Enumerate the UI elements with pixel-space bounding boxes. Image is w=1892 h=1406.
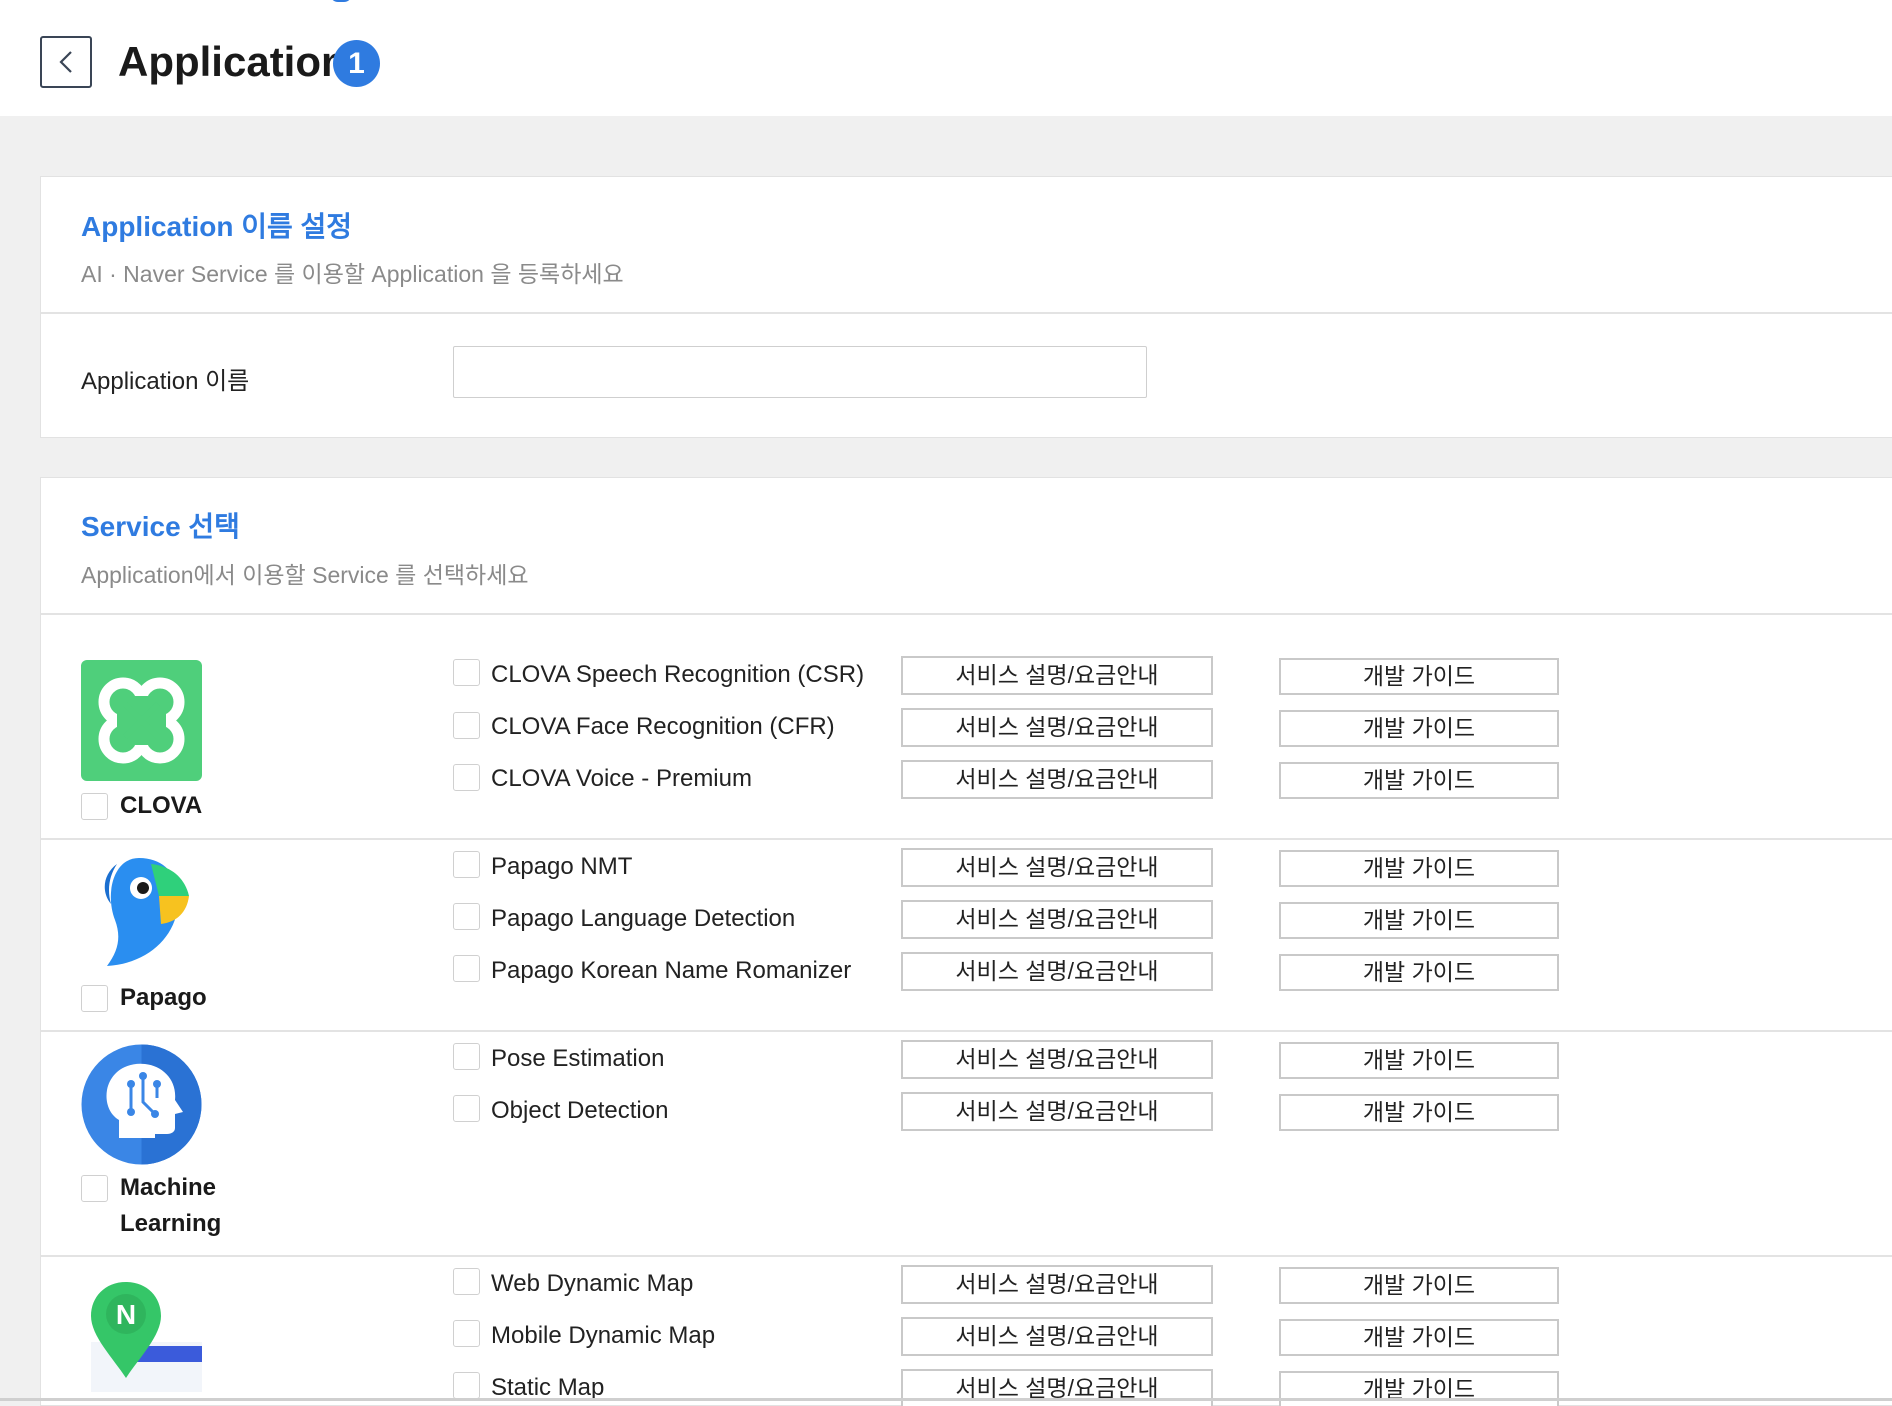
divider [41,1255,1892,1257]
service-info-button[interactable]: 서비스 설명/요금안내 [901,1092,1213,1131]
clova-logo [81,660,202,786]
service-info-button[interactable]: 서비스 설명/요금안내 [901,760,1213,799]
service-select-card: Service 선택 Application에서 이용할 Service 를 선… [40,477,1892,1406]
dev-guide-button[interactable]: 개발 가이드 [1279,954,1559,991]
service-info-button[interactable]: 서비스 설명/요금안내 [901,952,1213,991]
group-checkbox-papago[interactable] [81,985,108,1012]
section-subtitle: Application에서 이용할 Service 를 선택하세요 [81,562,529,588]
group-name-clova: CLOVA [120,792,203,819]
group-name-papago: Papago [120,984,207,1011]
section-subtitle: AI · Naver Service 를 이용할 Application 을 등… [81,261,624,287]
naver-map-pin-logo: N [81,1278,202,1403]
service-label: Papago Language Detection [491,905,796,932]
machine-learning-head-logo [81,1044,202,1170]
papago-parrot-logo [81,850,202,976]
service-info-button[interactable]: 서비스 설명/요금안내 [901,848,1213,887]
service-label: CLOVA Voice - Premium [491,765,752,792]
service-label: Web Dynamic Map [491,1270,694,1297]
dev-guide-button[interactable]: 개발 가이드 [1279,902,1559,939]
divider [41,1030,1892,1032]
application-name-input[interactable] [453,346,1147,398]
service-checkbox[interactable] [453,1043,480,1070]
dev-guide-button[interactable]: 개발 가이드 [1279,710,1559,747]
service-info-button[interactable]: 서비스 설명/요금안내 [901,1265,1213,1304]
service-checkbox[interactable] [453,1320,480,1347]
viewport-bottom-border [0,1398,1892,1401]
service-checkbox[interactable] [453,1372,480,1399]
service-checkbox[interactable] [453,955,480,982]
group-name-line: Machine [120,1174,217,1201]
service-checkbox[interactable] [453,851,480,878]
service-label: Papago Korean Name Romanizer [491,957,852,984]
divider [41,312,1892,314]
service-checkbox[interactable] [453,764,480,791]
service-checkbox[interactable] [453,903,480,930]
service-checkbox[interactable] [453,1268,480,1295]
chevron-left-icon [59,51,72,73]
service-info-button[interactable]: 서비스 설명/요금안내 [901,708,1213,747]
back-button[interactable] [40,36,92,88]
service-label: Pose Estimation [491,1045,665,1072]
service-checkbox[interactable] [453,659,480,686]
dev-guide-button[interactable]: 개발 가이드 [1279,1094,1559,1131]
svg-text:N: N [116,1299,136,1330]
page-title: Application [118,38,347,85]
service-label: CLOVA Face Recognition (CFR) [491,713,835,740]
page-header: Application 1 [0,0,1892,116]
service-label: Papago NMT [491,853,633,880]
dev-guide-button[interactable]: 개발 가이드 [1279,1267,1559,1304]
service-checkbox[interactable] [453,712,480,739]
dev-guide-button[interactable]: 개발 가이드 [1279,1319,1559,1356]
service-label: Mobile Dynamic Map [491,1322,716,1349]
section-title: Application 이름 설정 [81,211,353,242]
group-name-machine-learning: Machine Learning [120,1170,221,1242]
step-badge: 1 [333,40,380,87]
service-label: CLOVA Speech Recognition (CSR) [491,661,865,688]
dev-guide-button[interactable]: 개발 가이드 [1279,762,1559,799]
service-checkbox[interactable] [453,1095,480,1122]
service-info-button[interactable]: 서비스 설명/요금안내 [901,1040,1213,1079]
dev-guide-button[interactable]: 개발 가이드 [1279,658,1559,695]
service-info-button[interactable]: 서비스 설명/요금안내 [901,656,1213,695]
dev-guide-button[interactable]: 개발 가이드 [1279,1042,1559,1079]
divider [41,838,1892,840]
dev-guide-button[interactable]: 개발 가이드 [1279,850,1559,887]
service-info-button[interactable]: 서비스 설명/요금안내 [901,900,1213,939]
application-name-card: Application 이름 설정 AI · Naver Service 를 이… [40,176,1892,438]
section-title: Service 선택 [81,511,240,542]
service-info-button[interactable]: 서비스 설명/요금안내 [901,1317,1213,1356]
top-link-fragment [330,0,352,2]
divider [41,613,1892,615]
group-name-line: Learning [120,1210,222,1237]
service-label: Object Detection [491,1097,669,1124]
group-checkbox-clova[interactable] [81,793,108,820]
group-checkbox-machine-learning[interactable] [81,1175,108,1202]
application-name-label: Application 이름 [81,368,250,395]
